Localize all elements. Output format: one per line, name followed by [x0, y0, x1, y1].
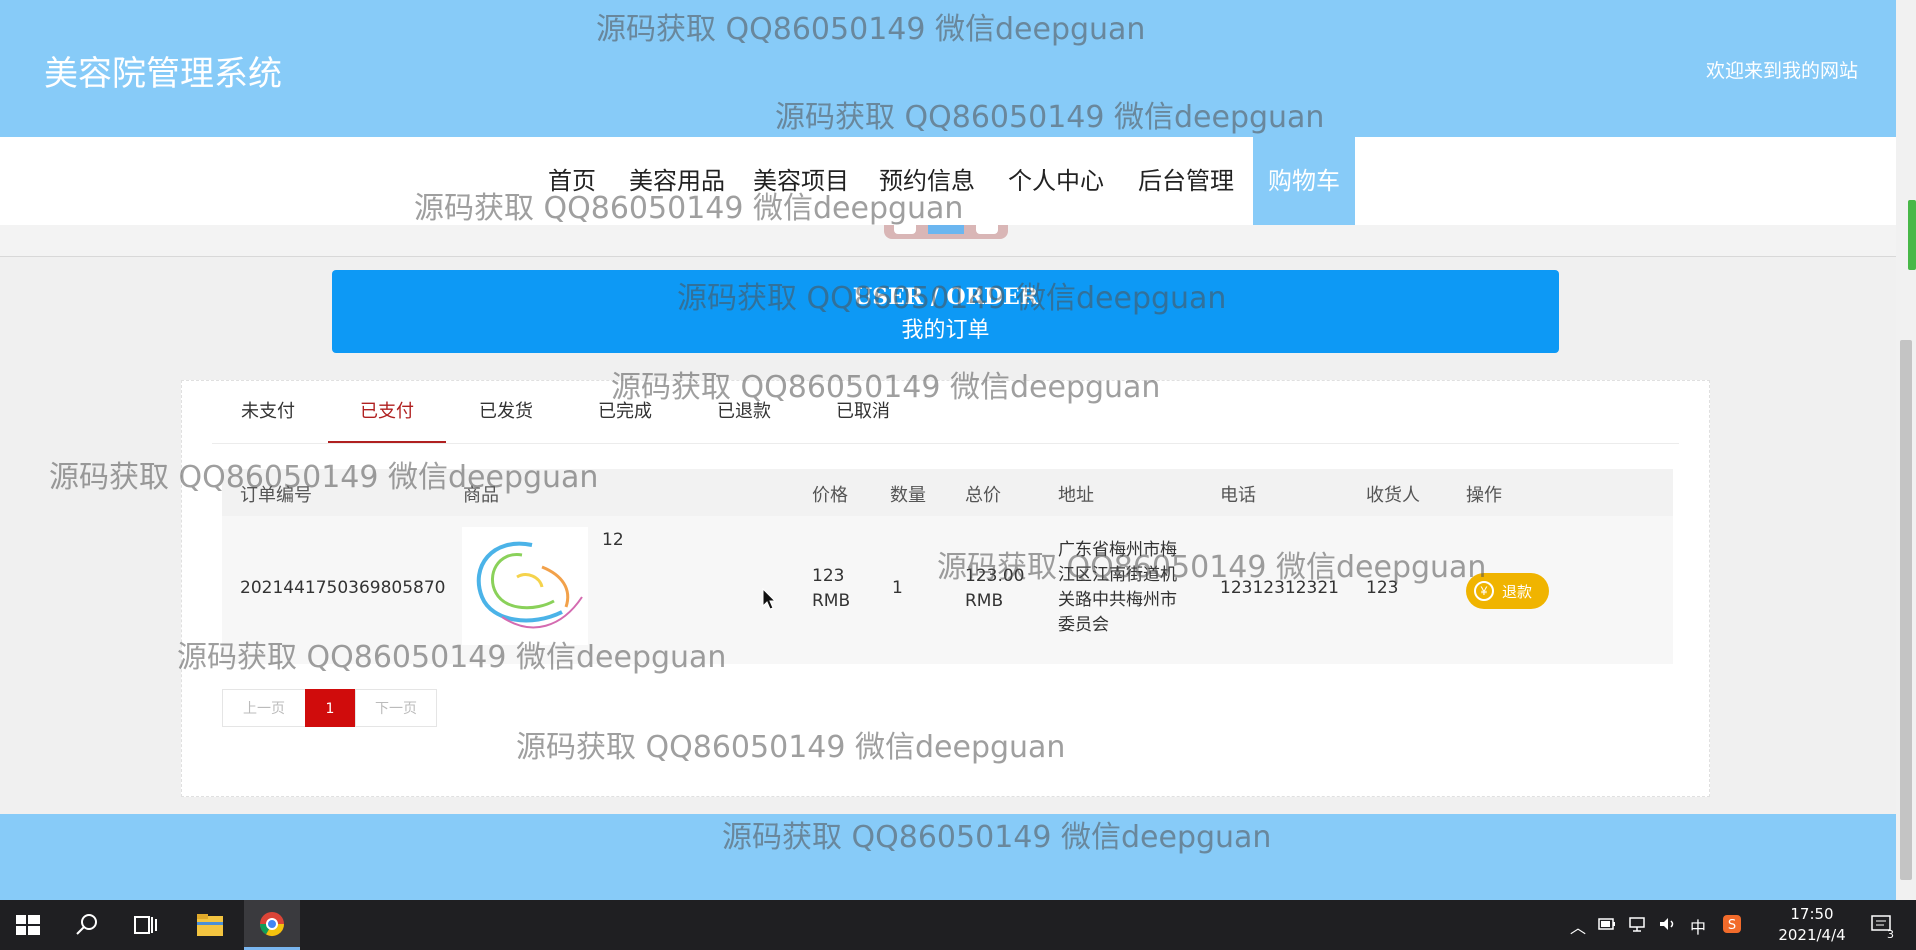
carousel-indicator [884, 225, 1008, 239]
orders-panel: 未支付 已支付 已发货 已完成 已退款 已取消 订单编号 商品 价格 数量 总价… [181, 380, 1710, 797]
refund-button-label: 退款 [1502, 584, 1533, 601]
col-action: 操作 [1466, 485, 1502, 506]
tab-shipped[interactable]: 已发货 [447, 381, 565, 443]
col-receiver: 收货人 [1366, 485, 1420, 506]
tab-unpaid[interactable]: 未支付 [209, 381, 327, 443]
nav-appointments[interactable]: 预约信息 [870, 137, 984, 225]
table-row: 2021441750369805870 12 123 RMB 1 123.00 … [222, 516, 1673, 664]
shipping-address: 广东省梅州市梅江区江南街道机关路中共梅州市委员会 [1058, 540, 1177, 635]
yen-icon: ¥ [1474, 581, 1494, 601]
nav-beauty-products[interactable]: 美容用品 [620, 137, 734, 225]
tab-divider [212, 443, 1679, 444]
price: 123 RMB [812, 566, 851, 611]
prev-page-button[interactable]: 上一页 [222, 689, 306, 727]
carousel-dot-active[interactable] [928, 225, 964, 234]
file-explorer-icon[interactable] [182, 900, 238, 950]
nav-admin[interactable]: 后台管理 [1128, 137, 1244, 225]
order-banner: USER / ORDER 我的订单 [332, 270, 1559, 353]
page-scrollbar[interactable] [1896, 0, 1916, 900]
next-page-button[interactable]: 下一页 [355, 689, 437, 727]
volume-icon[interactable] [1658, 916, 1676, 932]
col-total: 总价 [965, 485, 1001, 506]
chrome-icon[interactable] [244, 900, 300, 950]
tab-paid[interactable]: 已支付 [328, 381, 446, 443]
site-title[interactable]: 美容院管理系统 [44, 46, 282, 95]
mouse-cursor-icon [762, 588, 776, 610]
clock-time: 17:50 [1790, 905, 1834, 923]
col-price: 价格 [812, 485, 848, 506]
task-view-icon[interactable] [117, 900, 173, 950]
col-product: 商品 [463, 485, 499, 506]
welcome-text: 欢迎来到我的网站 [1705, 60, 1858, 82]
clock-date: 2021/4/4 [1778, 926, 1846, 944]
banner-title-zh: 我的订单 [901, 318, 990, 343]
total-price: 123.00 RMB [965, 566, 1025, 611]
table-header: 订单编号 商品 价格 数量 总价 地址 电话 收货人 操作 [222, 469, 1673, 516]
page-1-button[interactable]: 1 [305, 689, 355, 727]
product-name: 12 [602, 530, 624, 550]
nav-cart[interactable]: 购物车 [1253, 137, 1355, 225]
carousel-dot[interactable] [976, 225, 998, 234]
order-number: 2021441750369805870 [240, 578, 446, 598]
tab-completed[interactable]: 已完成 [566, 381, 684, 443]
system-clock[interactable]: 17:50 2021/4/4 [1776, 904, 1848, 946]
col-order-no: 订单编号 [240, 485, 312, 506]
col-quantity: 数量 [890, 485, 926, 506]
main-nav: 首页 美容用品 美容项目 预约信息 个人中心 后台管理 购物车 [0, 137, 1896, 225]
windows-start-icon[interactable] [0, 900, 56, 950]
product-image[interactable] [462, 527, 588, 645]
chevron-up-icon[interactable]: ︿ [1570, 914, 1586, 938]
receiver: 123 [1366, 578, 1399, 598]
ime-indicator[interactable]: 中 [1690, 914, 1706, 938]
carousel-dot[interactable] [894, 225, 916, 234]
site-header: 美容院管理系统 欢迎来到我的网站 [0, 0, 1896, 137]
phone: 12312312321 [1220, 578, 1339, 598]
banner-title-en: USER / ORDER [852, 284, 1039, 310]
svg-text:S: S [1728, 918, 1736, 933]
notification-count: 3 [1887, 928, 1894, 941]
refund-button[interactable]: ¥ 退款 [1466, 573, 1549, 609]
tab-cancelled[interactable]: 已取消 [804, 381, 922, 443]
col-address: 地址 [1058, 485, 1094, 506]
nav-personal-center[interactable]: 个人中心 [998, 137, 1114, 225]
quantity: 1 [892, 578, 903, 598]
windows-taskbar: ︿ 中 S 17:50 2021/4/4 3 [0, 900, 1916, 950]
col-phone: 电话 [1220, 485, 1256, 506]
network-icon[interactable] [1628, 916, 1646, 932]
battery-icon[interactable] [1598, 917, 1616, 931]
scroll-indicator [1908, 200, 1916, 270]
nav-home[interactable]: 首页 [536, 137, 608, 225]
tab-refunded[interactable]: 已退款 [685, 381, 803, 443]
site-footer [0, 814, 1896, 900]
scrollbar-thumb[interactable] [1900, 340, 1912, 880]
search-icon[interactable] [58, 900, 114, 950]
nav-beauty-projects[interactable]: 美容项目 [744, 137, 858, 225]
sogou-ime-icon[interactable]: S [1722, 914, 1742, 934]
